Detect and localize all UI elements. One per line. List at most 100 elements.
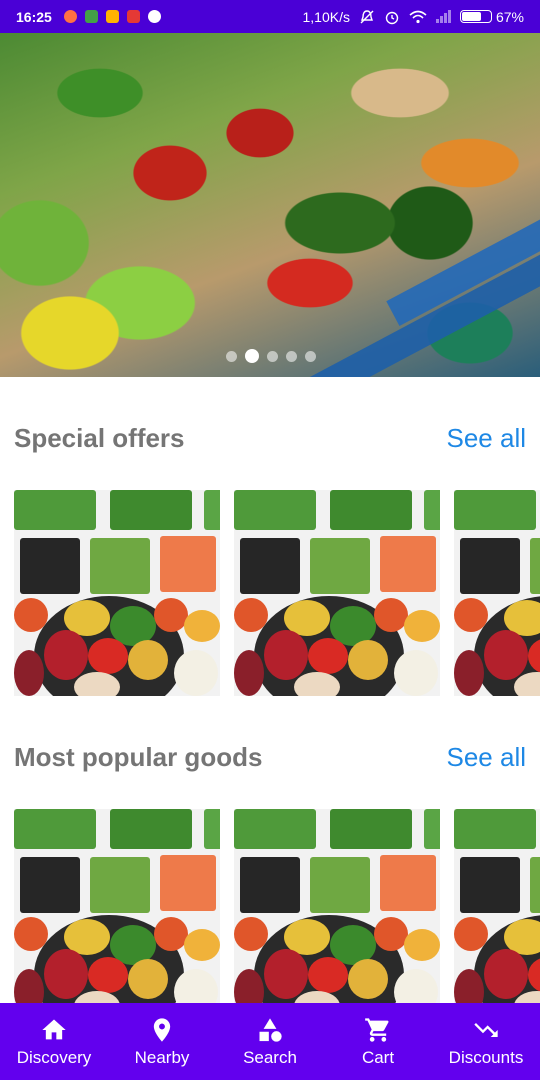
product-image-part — [394, 650, 438, 696]
product-image-part — [454, 490, 536, 530]
product-image-part — [184, 929, 220, 961]
product-image-part — [174, 650, 218, 696]
most-popular-row[interactable] — [14, 809, 540, 1015]
product-image-part — [484, 949, 528, 999]
product-image-part — [234, 490, 316, 530]
product-image-part — [308, 957, 348, 993]
cart-icon — [363, 1015, 393, 1045]
notification-icon-1 — [63, 10, 77, 23]
section-header-special-offers: Special offers See all — [14, 420, 526, 456]
product-image-part — [74, 672, 120, 696]
product-image-part — [374, 598, 408, 632]
product-card[interactable] — [234, 490, 440, 696]
product-image-part — [204, 490, 220, 530]
product-image-part — [530, 538, 540, 594]
product-image-part — [184, 610, 220, 642]
shapes-icon — [255, 1015, 285, 1045]
product-image-part — [14, 490, 96, 530]
product-image-part — [460, 857, 520, 913]
battery-indicator: 67% — [459, 8, 524, 25]
product-image-part — [380, 536, 436, 592]
carousel-dot[interactable] — [305, 350, 316, 362]
nav-item-nearby[interactable]: Nearby — [108, 1003, 216, 1080]
product-image-part — [234, 917, 268, 951]
status-bar: 16:25 1,10K/s 67% — [0, 0, 540, 33]
nav-label: Cart — [361, 1048, 395, 1067]
carousel-dot[interactable] — [267, 350, 278, 362]
product-image-part — [404, 610, 440, 642]
product-image-part — [330, 809, 412, 849]
product-card[interactable] — [14, 490, 220, 696]
product-image-part — [160, 536, 216, 592]
nav-item-discounts[interactable]: Discounts — [432, 1003, 540, 1080]
see-all-link[interactable]: See all — [447, 423, 527, 454]
nav-label: Discovery — [16, 1048, 92, 1067]
notification-icon-2 — [84, 10, 98, 23]
product-image-part — [20, 538, 80, 594]
product-image-part — [88, 638, 128, 674]
battery-icon — [459, 10, 492, 23]
signal-icon — [435, 10, 451, 23]
product-image-part — [310, 857, 370, 913]
product-image-part — [424, 809, 440, 849]
product-card[interactable] — [454, 490, 540, 696]
product-image-part — [484, 630, 528, 680]
network-speed: 1,10K/s — [302, 8, 350, 25]
section-title: Special offers — [14, 422, 185, 453]
wifi-icon — [409, 10, 427, 23]
notification-icon-4 — [126, 10, 140, 23]
product-image-part — [310, 538, 370, 594]
product-image-part — [330, 490, 412, 530]
section-header-most-popular: Most popular goods See all — [14, 739, 526, 775]
product-image-part — [348, 959, 388, 999]
product-image-part — [234, 650, 264, 696]
mute-icon — [360, 9, 374, 23]
special-offers-row[interactable] — [14, 490, 540, 696]
product-image-part — [404, 929, 440, 961]
product-image-part — [14, 917, 48, 951]
nav-item-search[interactable]: Search — [216, 1003, 324, 1080]
home-icon — [39, 1015, 69, 1045]
product-image-part — [348, 640, 388, 680]
product-image-part — [294, 672, 340, 696]
carousel-dot[interactable] — [286, 350, 297, 362]
carousel-dot-active[interactable] — [245, 349, 259, 363]
product-image-part — [128, 640, 168, 680]
nav-item-discovery[interactable]: Discovery — [0, 1003, 108, 1080]
product-image-part — [234, 809, 316, 849]
product-image-part — [454, 917, 488, 951]
product-image-part — [14, 809, 96, 849]
product-image-part — [234, 598, 268, 632]
status-right: 1,10K/s 67% — [302, 9, 524, 25]
product-image-part — [90, 538, 150, 594]
product-image-part — [424, 490, 440, 530]
product-image-part — [14, 650, 44, 696]
nav-label: Search — [243, 1048, 297, 1067]
battery-percent: 67% — [495, 8, 524, 25]
product-image-part — [88, 957, 128, 993]
product-image-part — [264, 949, 308, 999]
product-image-part — [308, 638, 348, 674]
alarm-icon — [385, 11, 399, 24]
banner-carousel[interactable] — [0, 33, 540, 377]
product-card[interactable] — [234, 809, 440, 1015]
product-card[interactable] — [14, 809, 220, 1015]
battery-fill — [461, 12, 481, 21]
product-image-part — [380, 855, 436, 911]
carousel-dot[interactable] — [226, 350, 237, 362]
product-image-part — [204, 809, 220, 849]
product-image-part — [44, 949, 88, 999]
product-image-part — [530, 857, 540, 913]
see-all-link[interactable]: See all — [447, 742, 527, 773]
product-image-part — [454, 809, 536, 849]
product-image-part — [240, 857, 300, 913]
product-card[interactable] — [454, 809, 540, 1015]
carousel-indicator — [226, 349, 316, 363]
nav-label: Nearby — [134, 1048, 190, 1067]
product-image-part — [154, 917, 188, 951]
location-pin-icon — [147, 1015, 177, 1045]
product-image-part — [240, 538, 300, 594]
bottom-navigation: Discovery Nearby Search Cart Discounts — [0, 1003, 540, 1080]
nav-item-cart[interactable]: Cart — [324, 1003, 432, 1080]
product-image-part — [44, 630, 88, 680]
